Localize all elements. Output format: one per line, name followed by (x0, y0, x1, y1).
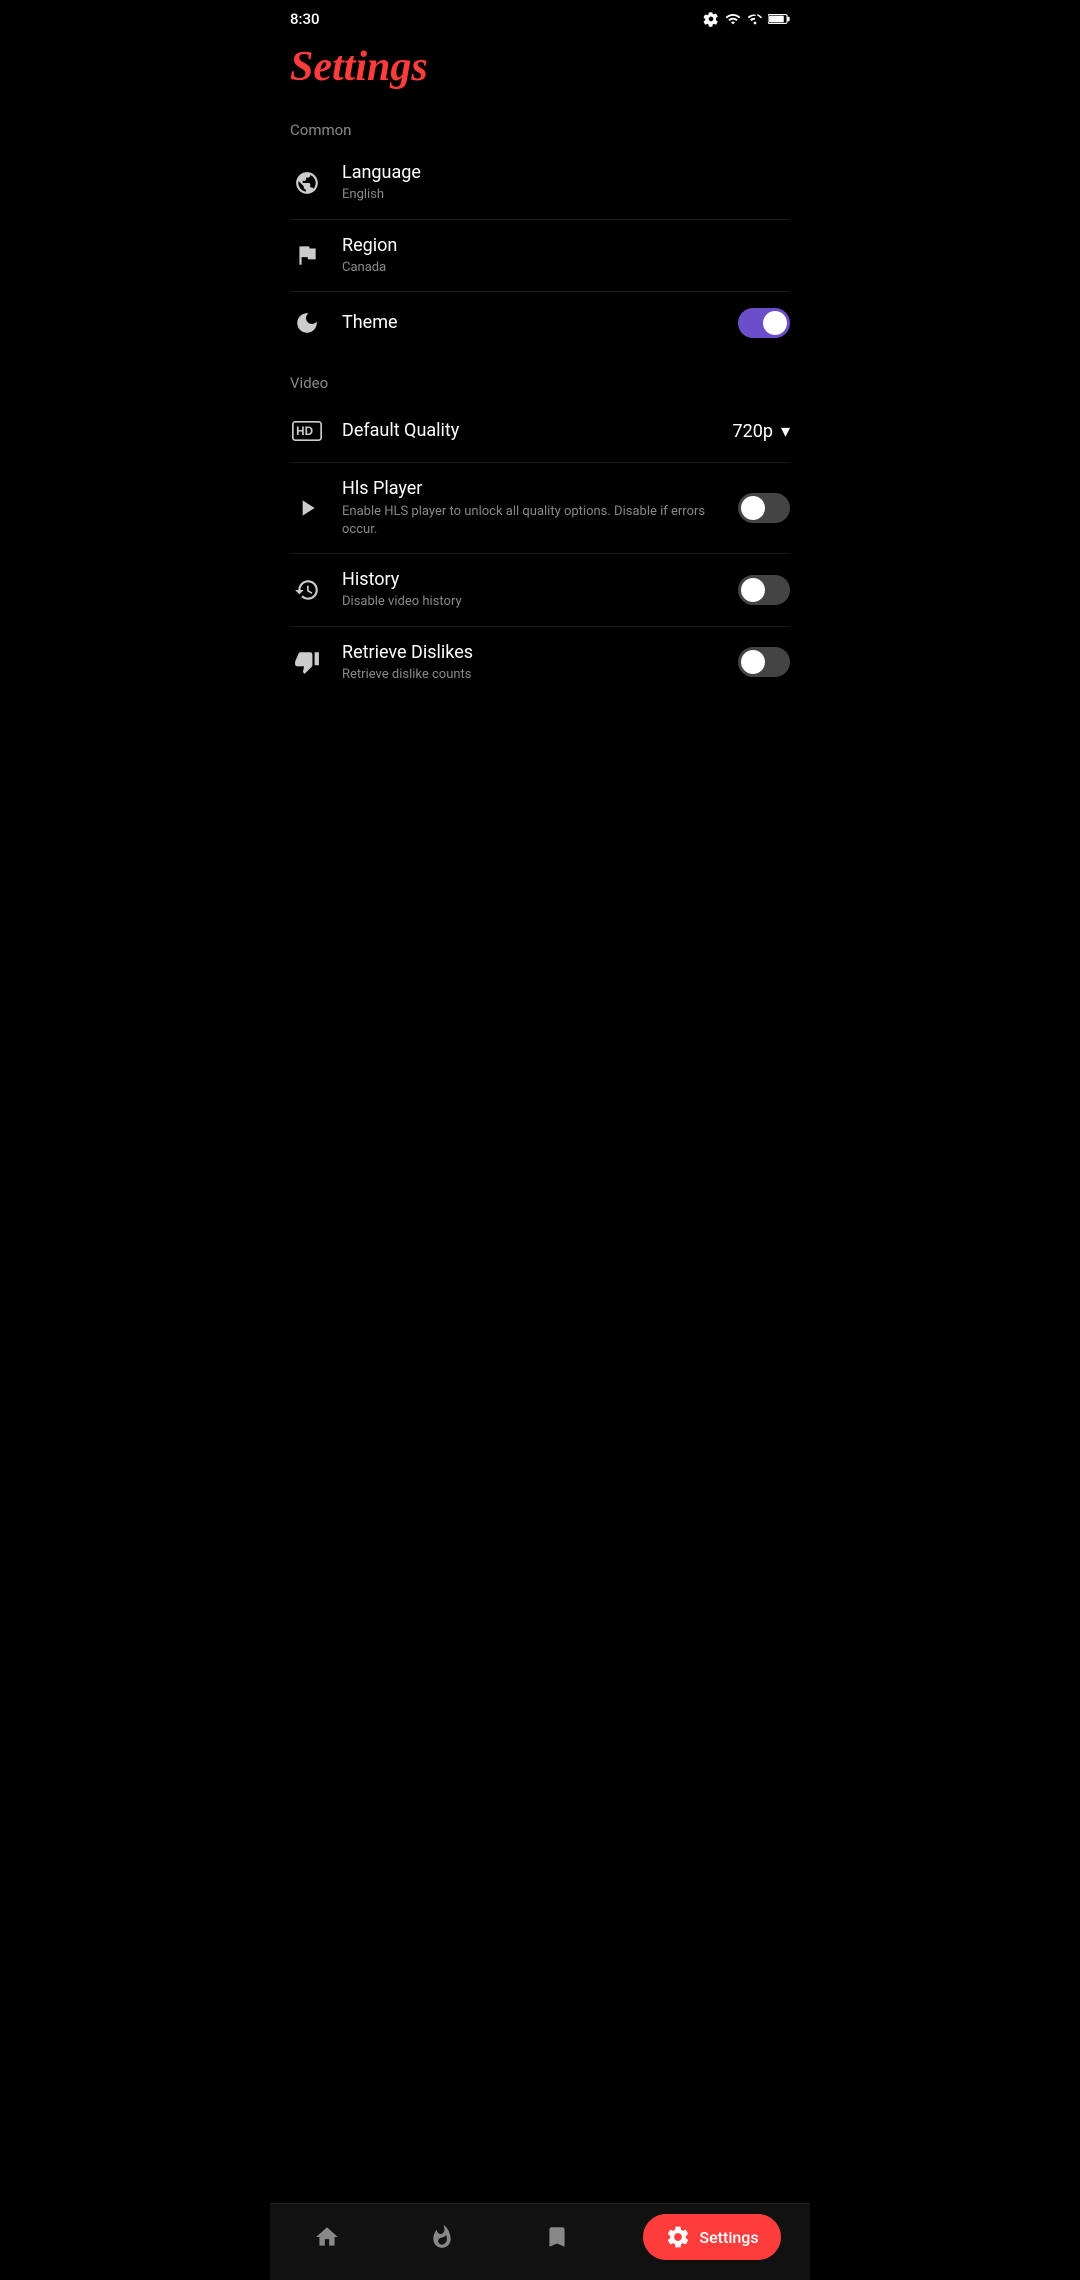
language-subtitle: English (342, 186, 790, 204)
theme-toggle[interactable] (738, 308, 790, 338)
retrieve-dislikes-control[interactable] (738, 647, 790, 677)
nav-item-bookmarks[interactable] (529, 2219, 585, 2255)
history-toggle[interactable] (738, 575, 790, 605)
setting-row-hls-player[interactable]: Hls Player Enable HLS player to unlock a… (270, 463, 810, 553)
setting-row-theme[interactable]: Theme (270, 292, 810, 354)
play-svg (294, 495, 320, 521)
svg-text:HD: HD (296, 425, 313, 438)
theme-toggle-knob (763, 311, 787, 335)
status-time: 8:30 (290, 10, 320, 28)
history-title: History (342, 568, 720, 591)
theme-control[interactable] (738, 308, 790, 338)
setting-row-default-quality[interactable]: HD Default Quality 720p ▾ (270, 400, 810, 462)
nav-item-settings[interactable]: Settings (643, 2214, 780, 2260)
android-settings-icon (703, 11, 719, 27)
moon-icon (290, 306, 324, 340)
setting-row-language[interactable]: Language English (270, 147, 810, 219)
default-quality-text: Default Quality (342, 419, 714, 442)
bookmark-icon (544, 2224, 570, 2250)
gear-icon (665, 2224, 691, 2250)
quality-dropdown-value: 720p (732, 421, 772, 442)
hd-svg: HD (292, 418, 322, 444)
setting-row-retrieve-dislikes[interactable]: Retrieve Dislikes Retrieve dislike count… (270, 627, 810, 699)
hls-player-title: Hls Player (342, 477, 720, 500)
nav-item-home[interactable] (299, 2219, 355, 2255)
section-label-common: Common (270, 111, 810, 147)
history-text: History Disable video history (342, 568, 720, 612)
region-text: Region Canada (342, 234, 790, 278)
retrieve-dislikes-toggle[interactable] (738, 647, 790, 677)
hls-player-toggle[interactable] (738, 493, 790, 523)
settings-content: Common Language English Region (270, 111, 810, 798)
battery-icon (768, 12, 790, 26)
retrieve-dislikes-subtitle: Retrieve dislike counts (342, 666, 720, 684)
language-text: Language English (342, 161, 790, 205)
region-title: Region (342, 234, 790, 257)
history-icon (290, 573, 324, 607)
globe-icon (290, 166, 324, 200)
retrieve-dislikes-toggle-knob (741, 650, 765, 674)
page-header: Settings (270, 33, 810, 111)
setting-row-history[interactable]: History Disable video history (270, 554, 810, 626)
region-subtitle: Canada (342, 259, 790, 277)
settings-nav-label: Settings (699, 2228, 758, 2247)
signal-icon (747, 11, 763, 27)
section-label-video: Video (270, 364, 810, 400)
dislike-icon (290, 645, 324, 679)
flag-icon (290, 238, 324, 272)
hls-player-control[interactable] (738, 493, 790, 523)
hls-player-text: Hls Player Enable HLS player to unlock a… (342, 477, 720, 539)
hls-player-toggle-knob (741, 496, 765, 520)
history-toggle-knob (741, 578, 765, 602)
section-common: Common Language English Region (270, 111, 810, 354)
hd-icon: HD (290, 414, 324, 448)
flag-svg (294, 242, 320, 268)
fire-icon (429, 2224, 455, 2250)
section-gap-1 (270, 354, 810, 364)
theme-title: Theme (342, 311, 720, 334)
globe-svg (294, 170, 320, 196)
home-icon (314, 2224, 340, 2250)
hls-player-subtitle: Enable HLS player to unlock all quality … (342, 503, 720, 539)
status-icons (703, 11, 790, 27)
dislike-svg (294, 649, 320, 675)
setting-row-region[interactable]: Region Canada (270, 220, 810, 292)
chevron-down-icon: ▾ (781, 421, 790, 442)
section-video: Video HD Default Quality 720p ▾ (270, 364, 810, 698)
history-svg (294, 577, 320, 603)
theme-text: Theme (342, 311, 720, 334)
play-icon (290, 491, 324, 525)
retrieve-dislikes-title: Retrieve Dislikes (342, 641, 720, 664)
history-control[interactable] (738, 575, 790, 605)
default-quality-control[interactable]: 720p ▾ (732, 421, 790, 442)
status-bar: 8:30 (270, 0, 810, 33)
history-subtitle: Disable video history (342, 593, 720, 611)
nav-item-trending[interactable] (414, 2219, 470, 2255)
bottom-nav: Settings (270, 2203, 810, 2280)
moon-svg (294, 310, 320, 336)
default-quality-title: Default Quality (342, 419, 714, 442)
language-title: Language (342, 161, 790, 184)
page-title: Settings (290, 43, 790, 91)
wifi-icon (724, 11, 742, 27)
retrieve-dislikes-text: Retrieve Dislikes Retrieve dislike count… (342, 641, 720, 685)
